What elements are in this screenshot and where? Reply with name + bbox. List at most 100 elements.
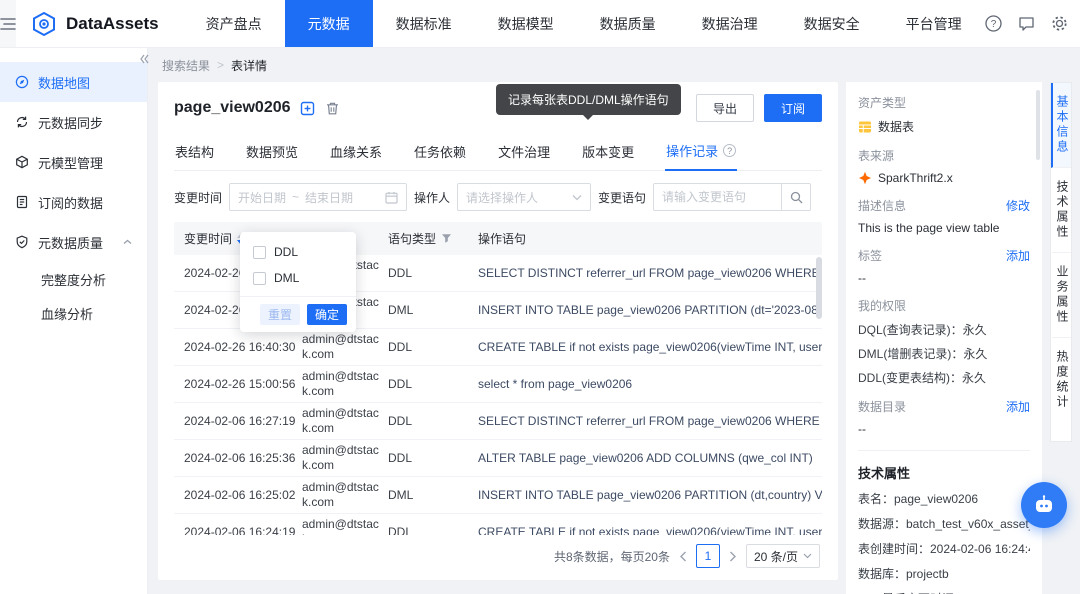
tech-table-name: 表名：page_view0206: [858, 490, 1030, 507]
operator-select[interactable]: 请选择操作人: [457, 183, 591, 211]
panel-scrollbar[interactable]: [1036, 90, 1040, 160]
table-source-label: 表来源: [858, 147, 894, 164]
breadcrumb-search-results[interactable]: 搜索结果: [162, 57, 210, 74]
page-number-1[interactable]: 1: [696, 544, 720, 568]
sidebar-subitem-completeness-analysis[interactable]: 完整度分析: [0, 262, 147, 296]
cell-sql: ALTER TABLE page_view0206 ADD COLUMNS (q…: [478, 451, 822, 465]
search-icon[interactable]: [781, 183, 811, 211]
sql-search: [653, 183, 811, 211]
nav-item-platform-admin[interactable]: 平台管理: [883, 0, 985, 47]
tag-label: 标签: [858, 247, 882, 264]
app-window: DataAssets 资产盘点 元数据 数据标准 数据模型 数据质量 数据治理 …: [0, 0, 1080, 594]
cell-type: DDL: [388, 451, 478, 465]
table-row[interactable]: 2024-02-26 15:00:56 admin@dtstack.com DD…: [174, 366, 822, 403]
message-icon[interactable]: [1018, 15, 1036, 33]
side-tab-heat-statistics[interactable]: 热度统计: [1051, 338, 1071, 422]
filter-option-label: DDL: [274, 245, 298, 259]
next-page-icon[interactable]: [729, 551, 737, 562]
tab-table-structure[interactable]: 表结构: [174, 132, 215, 170]
sidebar-item-metadata-quality[interactable]: 元数据质量: [0, 222, 147, 262]
statement-type-filter-dropdown: DDL DML 重置 确定: [240, 232, 356, 332]
cell-type: DDL: [388, 266, 478, 280]
help-icon[interactable]: ?: [985, 15, 1003, 33]
tab-lineage[interactable]: 血缘关系: [329, 132, 383, 170]
sidebar-subitem-lineage-analysis[interactable]: 血缘分析: [0, 296, 147, 330]
subscribe-button[interactable]: 订阅: [764, 94, 822, 122]
tab-task-dependency[interactable]: 任务依赖: [413, 132, 467, 170]
nav-item-data-model[interactable]: 数据模型: [475, 0, 577, 47]
hamburger-menu-icon[interactable]: [0, 0, 16, 47]
filter-funnel-icon[interactable]: [441, 233, 452, 244]
filter-option-ddl[interactable]: DDL: [240, 239, 356, 265]
table-row[interactable]: 2024-02-06 16:25:02 admin@dtstack.com DM…: [174, 477, 822, 514]
spark-icon: [858, 171, 872, 185]
page-size-select[interactable]: 20 条/页: [746, 544, 820, 568]
pagination-bar: 共8条数据，每页20条 1 20 条/页: [174, 535, 822, 572]
table-row[interactable]: 2024-02-26 16:40:30 admin@dtstack.com DD…: [174, 329, 822, 366]
export-button[interactable]: 导出: [696, 94, 754, 122]
content-area: page_view0206 导出 订阅 记录每张表DDL/DM: [148, 78, 1080, 594]
delete-trash-icon[interactable]: [325, 100, 341, 116]
tab-help-icon[interactable]: ?: [723, 144, 736, 157]
table-row[interactable]: 2024-02-06 16:24:19 admin@dtstack.com DD…: [174, 514, 822, 535]
tech-ddl-last-change: DDL最后变更时间：2024-02-26 16:40:5...: [858, 590, 1030, 594]
filter-option-dml[interactable]: DML: [240, 265, 356, 291]
tab-operation-record[interactable]: 操作记录 ?: [665, 132, 737, 171]
checkbox-ddl[interactable]: [253, 246, 266, 259]
topbar-right: ? admin@dtstack.com: [985, 0, 1080, 47]
chevron-down-icon: [572, 194, 582, 201]
sql-search-input[interactable]: [653, 183, 781, 211]
table-row[interactable]: 2024-02-06 16:27:19 admin@dtstack.com DD…: [174, 403, 822, 440]
filter-dropdown-footer: 重置 确定: [240, 296, 356, 332]
table-scrollbar[interactable]: [816, 257, 822, 319]
page-title: page_view0206: [174, 99, 291, 117]
filter-time-label: 变更时间: [174, 189, 222, 206]
settings-gear-icon[interactable]: [1051, 15, 1069, 33]
detail-tabs: 表结构 数据预览 血缘关系 任务依赖 文件治理 版本变更 操作记录 ?: [174, 132, 822, 171]
header-label: 操作语句: [478, 230, 526, 247]
side-tab-tech-attributes[interactable]: 技术属性: [1051, 168, 1071, 253]
top-navbar: DataAssets 资产盘点 元数据 数据标准 数据模型 数据质量 数据治理 …: [0, 0, 1080, 48]
side-tab-basic-info[interactable]: 基本信息: [1051, 83, 1071, 168]
sidebar-item-data-map[interactable]: 数据地图: [0, 62, 147, 102]
add-to-collection-icon[interactable]: [300, 100, 316, 116]
sidebar-collapse-icon[interactable]: [139, 52, 149, 67]
nav-item-data-governance[interactable]: 数据治理: [679, 0, 781, 47]
tab-data-preview[interactable]: 数据预览: [245, 132, 299, 170]
catalog-value: --: [858, 422, 1030, 436]
cell-sql: SELECT DISTINCT referrer_url FROM page_v…: [478, 414, 822, 428]
panel-section-tabs: 基本信息 技术属性 业务属性 热度统计: [1050, 82, 1072, 442]
cell-operator: admin@dtstack.com: [302, 369, 388, 399]
table-row[interactable]: 2024-02-06 16:25:36 admin@dtstack.com DD…: [174, 440, 822, 477]
cell-sql: INSERT INTO TABLE page_view0206 PARTITIO…: [478, 303, 822, 317]
nav-item-asset-inventory[interactable]: 资产盘点: [183, 0, 285, 47]
tab-file-governance[interactable]: 文件治理: [497, 132, 551, 170]
assistant-float-button[interactable]: [1021, 482, 1067, 528]
add-tag-link[interactable]: 添加: [1006, 247, 1030, 264]
cell-type: DML: [388, 303, 478, 317]
tab-version-change[interactable]: 版本变更: [581, 132, 635, 170]
nav-item-data-quality[interactable]: 数据质量: [577, 0, 679, 47]
sidebar-item-metadata-sync[interactable]: 元数据同步: [0, 102, 147, 142]
date-range-picker[interactable]: 开始日期 ~ 结束日期: [229, 183, 407, 211]
checkbox-dml[interactable]: [253, 272, 266, 285]
nav-item-data-security[interactable]: 数据安全: [781, 0, 883, 47]
chevron-down-icon: [803, 553, 812, 559]
nav-item-metadata[interactable]: 元数据: [285, 0, 373, 47]
sync-icon: [15, 115, 29, 129]
sidebar-item-metamodel-management[interactable]: 元模型管理: [0, 142, 147, 182]
nav-item-data-standard[interactable]: 数据标准: [373, 0, 475, 47]
side-tab-business-attributes[interactable]: 业务属性: [1051, 253, 1071, 338]
cell-time: 2024-02-26 16:40:30: [174, 340, 302, 354]
cell-sql: CREATE TABLE if not exists page_view0206…: [478, 340, 822, 354]
filter-confirm-button[interactable]: 确定: [307, 304, 347, 325]
prev-page-icon[interactable]: [679, 551, 687, 562]
add-catalog-link[interactable]: 添加: [1006, 398, 1030, 415]
filter-reset-button[interactable]: 重置: [260, 304, 300, 325]
sidebar-item-subscribed-data[interactable]: 订阅的数据: [0, 182, 147, 222]
app-logo[interactable]: DataAssets: [16, 0, 183, 47]
breadcrumb-separator: >: [217, 58, 224, 72]
permission-label: 我的权限: [858, 297, 906, 314]
edit-description-link[interactable]: 修改: [1006, 197, 1030, 214]
model-cube-icon: [15, 155, 29, 169]
